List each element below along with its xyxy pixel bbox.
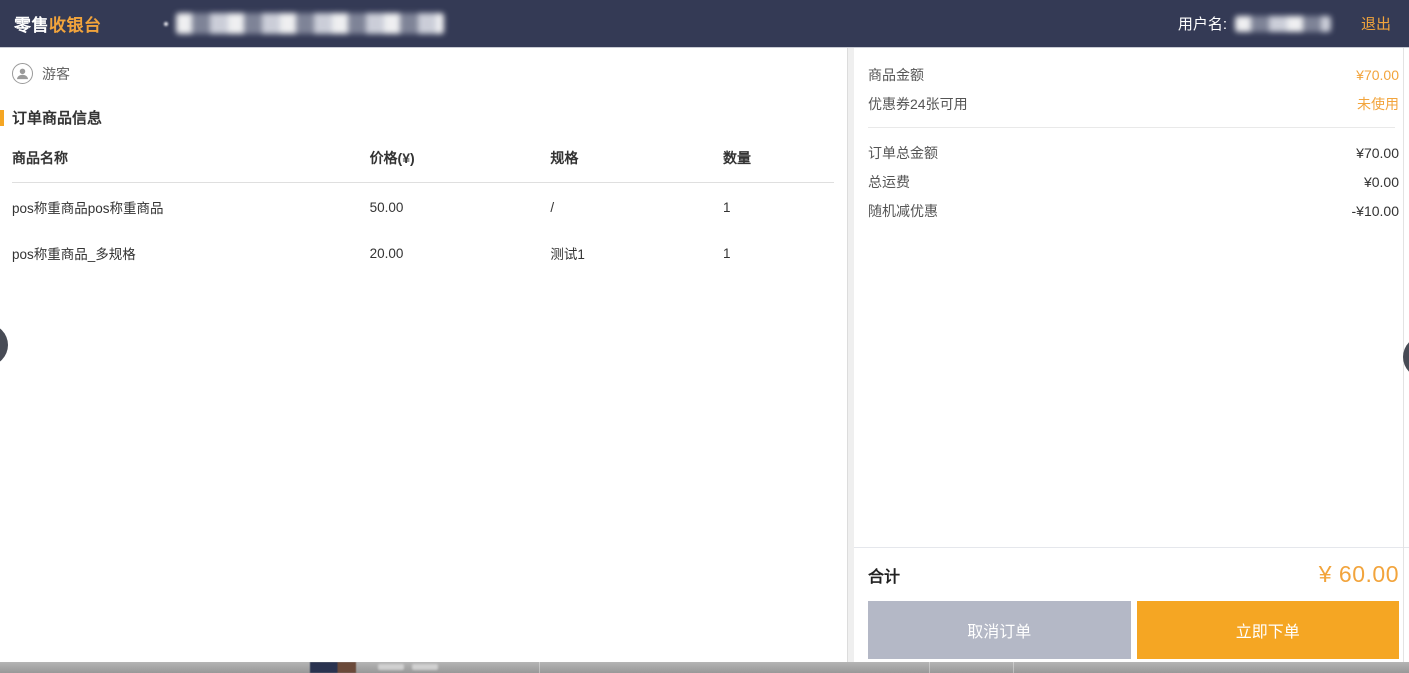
main-content: 游客 订单商品信息 商品名称 价格(¥) 规格 数量 pos称重商品pos称重商… [0, 48, 1409, 662]
customer-row: 游客 [12, 63, 847, 84]
store-name-dot [164, 22, 168, 26]
discount-label: 随机减优惠 [868, 201, 938, 221]
cell-product-name: pos称重商品pos称重商品 [12, 197, 370, 217]
summary-spacer [854, 225, 1409, 547]
shipping-label: 总运费 [868, 172, 910, 192]
store-name [164, 13, 444, 34]
topbar: 零售收银台 用户名: 退出 [0, 0, 1409, 48]
customer-name: 游客 [42, 64, 70, 84]
total-section: 合计 ¥ 60.00 [854, 547, 1409, 588]
cell-quantity: 1 [723, 200, 834, 215]
cell-spec: / [550, 200, 723, 215]
col-header-product-name: 商品名称 [12, 148, 370, 168]
order-items-panel: 游客 订单商品信息 商品名称 价格(¥) 规格 数量 pos称重商品pos称重商… [0, 48, 848, 662]
table-header-row: 商品名称 价格(¥) 规格 数量 [12, 148, 834, 183]
col-header-spec: 规格 [550, 148, 723, 168]
coupon-label: 优惠券24张可用 [868, 94, 968, 114]
order-summary-panel: 商品金额 ¥70.00 优惠券24张可用 未使用 订单总金额 ¥70.00 总运… [854, 48, 1409, 662]
taskbar-thumbnail [310, 662, 356, 673]
taskbar-divider [929, 662, 930, 673]
store-name-redacted [176, 13, 444, 34]
section-title-accent-bar [0, 110, 4, 126]
coupon-status[interactable]: 未使用 [1357, 94, 1399, 114]
order-items-table: 商品名称 价格(¥) 规格 数量 pos称重商品pos称重商品 50.00 / … [12, 148, 834, 275]
col-header-price: 价格(¥) [370, 148, 551, 168]
table-row: pos称重商品pos称重商品 50.00 / 1 [12, 183, 834, 229]
logout-button[interactable]: 退出 [1361, 13, 1391, 34]
summary-top: 商品金额 ¥70.00 优惠券24张可用 未使用 [854, 48, 1409, 118]
table-row: pos称重商品_多规格 20.00 测试1 1 [12, 229, 834, 275]
summary-row-coupon[interactable]: 优惠券24张可用 未使用 [868, 89, 1399, 118]
order-total-label: 订单总金额 [868, 143, 938, 163]
user-area: 用户名: [1178, 13, 1331, 34]
summary-bottom: 订单总金额 ¥70.00 总运费 ¥0.00 随机减优惠 -¥10.00 [854, 136, 1409, 225]
taskbar-divider [1013, 662, 1014, 673]
action-buttons: 取消订单 立即下单 [868, 601, 1399, 659]
order-total-value: ¥70.00 [1356, 145, 1399, 161]
submit-order-button[interactable]: 立即下单 [1137, 601, 1400, 659]
total-value: ¥ 60.00 [1319, 561, 1399, 588]
summary-row-order-total: 订单总金额 ¥70.00 [868, 138, 1399, 167]
summary-row-discount: 随机减优惠 -¥10.00 [868, 196, 1399, 225]
taskbar-text-smudge [378, 664, 404, 670]
user-avatar-icon [12, 63, 33, 84]
cell-spec: 测试1 [550, 243, 723, 263]
taskbar-divider [539, 662, 540, 673]
discount-value: -¥10.00 [1352, 203, 1399, 219]
app-title-prefix: 零售 [14, 16, 49, 35]
cell-product-name: pos称重商品_多规格 [12, 243, 370, 263]
taskbar-strip [0, 662, 1409, 673]
cell-quantity: 1 [723, 246, 834, 261]
shipping-value: ¥0.00 [1364, 174, 1399, 190]
summary-row-shipping: 总运费 ¥0.00 [868, 167, 1399, 196]
col-header-quantity: 数量 [723, 148, 834, 168]
summary-row-amount: 商品金额 ¥70.00 [868, 60, 1399, 89]
total-row: 合计 ¥ 60.00 [868, 561, 1399, 588]
app-title: 零售收银台 [14, 11, 102, 36]
amount-label: 商品金额 [868, 65, 924, 85]
cell-price: 20.00 [370, 246, 551, 261]
cancel-order-button[interactable]: 取消订单 [868, 601, 1131, 659]
section-title-text: 订单商品信息 [12, 107, 102, 128]
amount-value: ¥70.00 [1356, 67, 1399, 83]
app-title-suffix: 收银台 [49, 16, 102, 35]
username-redacted [1235, 16, 1331, 32]
username-label: 用户名: [1178, 13, 1227, 34]
total-label: 合计 [868, 563, 900, 587]
taskbar-text-smudge [412, 664, 438, 670]
section-title: 订单商品信息 [0, 107, 847, 128]
cell-price: 50.00 [370, 200, 551, 215]
summary-divider [868, 127, 1395, 128]
